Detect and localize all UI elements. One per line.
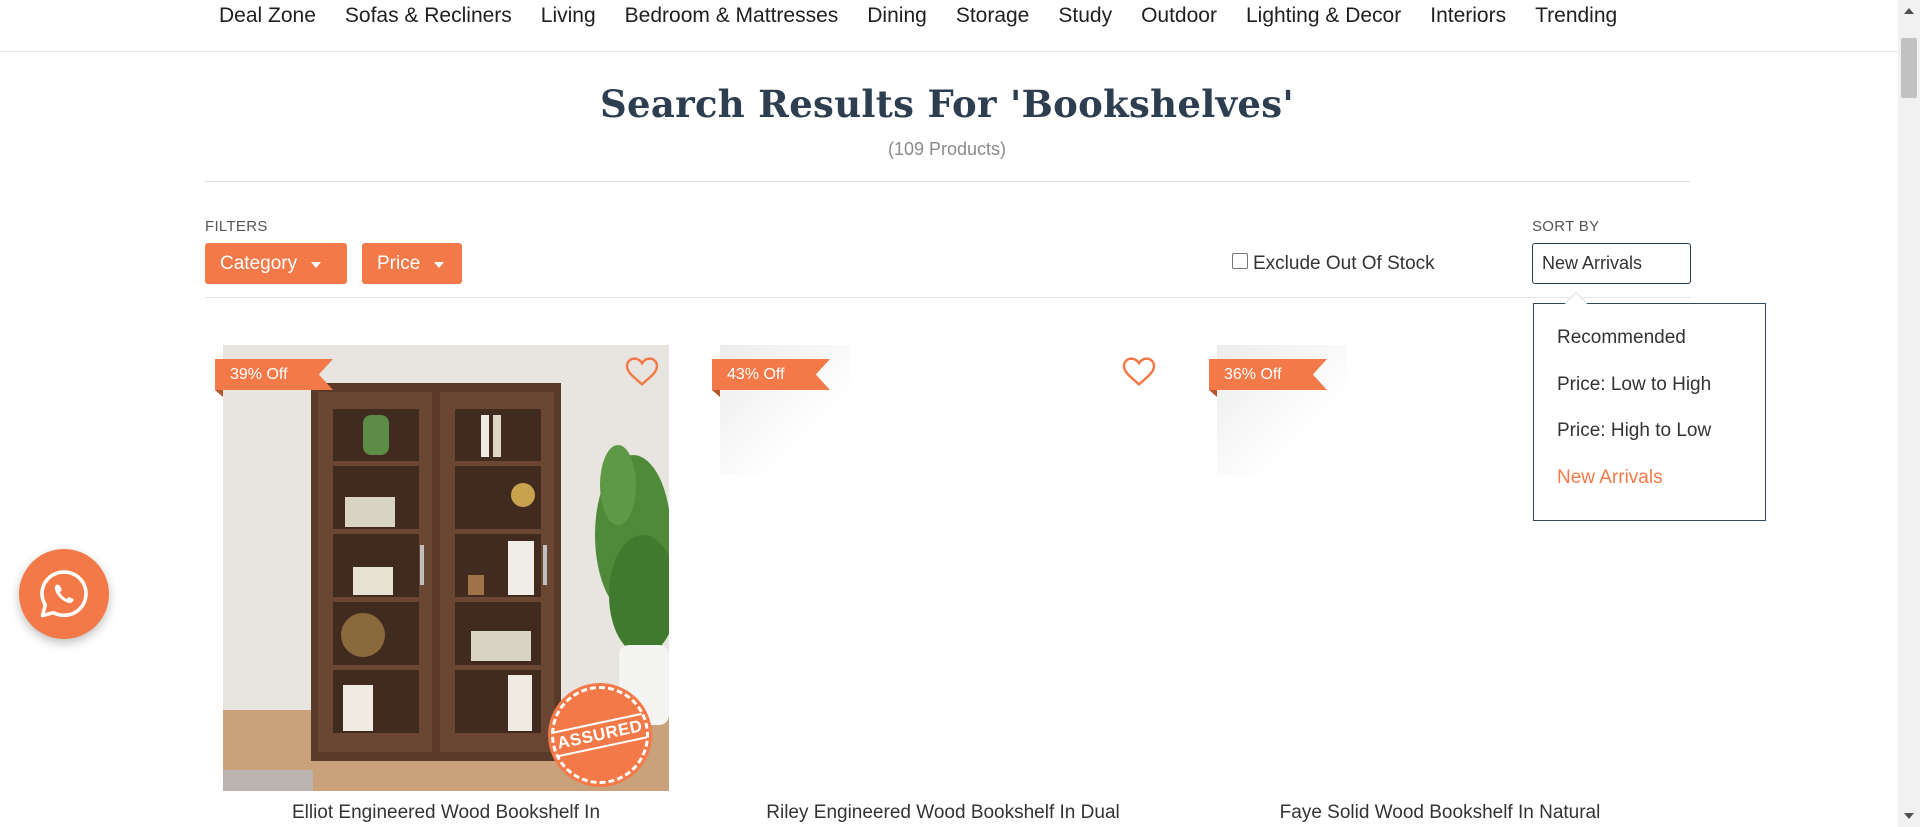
exclude-out-of-stock[interactable]: Exclude Out Of Stock: [1232, 253, 1435, 275]
filters-label: FILTERS: [205, 218, 268, 235]
product-title[interactable]: Elliot Engineered Wood Bookshelf In: [223, 802, 669, 824]
nav-item-sofas-recliners[interactable]: Sofas & Recliners: [345, 4, 512, 28]
badge-fold: [215, 390, 223, 397]
sort-by-select[interactable]: New Arrivals: [1532, 243, 1691, 284]
nav-item-lighting-decor[interactable]: Lighting & Decor: [1246, 4, 1401, 28]
divider: [205, 297, 1690, 298]
product-card[interactable]: ASSURED 39% Off Elliot Engineered Wood B…: [215, 345, 669, 827]
dropdown-pointer: [1564, 291, 1588, 315]
badge-fold: [1209, 390, 1217, 397]
product-image[interactable]: ASSURED: [223, 345, 669, 791]
sort-option-price-low-high[interactable]: Price: Low to High: [1557, 374, 1711, 421]
sort-option-price-high-low[interactable]: Price: High to Low: [1557, 420, 1711, 467]
sort-option-recommended[interactable]: Recommended: [1557, 327, 1711, 374]
heart-icon[interactable]: [625, 357, 659, 387]
whatsapp-chat-button[interactable]: [19, 549, 109, 639]
assured-seal-text: ASSURED: [552, 712, 648, 758]
product-count: (109 Products): [887, 139, 1007, 159]
whatsapp-icon: [40, 570, 88, 618]
price-filter-button[interactable]: Price: [362, 243, 462, 284]
exclude-out-of-stock-checkbox[interactable]: [1232, 253, 1248, 269]
scrollbar-thumb[interactable]: [1901, 38, 1917, 98]
discount-badge: 43% Off: [712, 359, 830, 390]
category-filter-button[interactable]: Category: [205, 243, 347, 284]
nav-item-deal-zone[interactable]: Deal Zone: [219, 4, 316, 28]
exclude-out-of-stock-label: Exclude Out Of Stock: [1253, 253, 1435, 274]
nav-item-outdoor[interactable]: Outdoor: [1141, 4, 1217, 28]
sort-dropdown-menu: Recommended Price: Low to High Price: Hi…: [1533, 291, 1766, 521]
page-scrollbar[interactable]: [1898, 0, 1920, 827]
product-card[interactable]: 43% Off Riley Engineered Wood Bookshelf …: [712, 345, 1166, 827]
product-title[interactable]: Faye Solid Wood Bookshelf In Natural: [1217, 802, 1663, 824]
caret-down-icon: [311, 262, 322, 268]
badge-fold: [712, 390, 720, 397]
product-title[interactable]: Riley Engineered Wood Bookshelf In Dual: [720, 802, 1166, 824]
sort-option-new-arrivals[interactable]: New Arrivals: [1557, 467, 1711, 514]
scroll-down-arrow-icon[interactable]: [1904, 813, 1914, 819]
nav-item-living[interactable]: Living: [541, 4, 596, 28]
nav-item-bedroom-mattresses[interactable]: Bedroom & Mattresses: [625, 4, 839, 28]
heart-icon[interactable]: [1122, 357, 1156, 387]
nav-item-trending[interactable]: Trending: [1535, 4, 1617, 28]
price-filter-label: Price: [377, 252, 421, 274]
caret-down-icon: [434, 262, 445, 268]
nav-item-dining[interactable]: Dining: [867, 4, 927, 28]
sort-by-label: SORT BY: [1532, 218, 1600, 235]
scroll-up-arrow-icon[interactable]: [1904, 8, 1914, 14]
nav-item-interiors[interactable]: Interiors: [1430, 4, 1506, 28]
nav-item-study[interactable]: Study: [1058, 4, 1112, 28]
category-filter-label: Category: [220, 252, 298, 274]
discount-badge: 36% Off: [1209, 359, 1327, 390]
product-image[interactable]: [720, 345, 1166, 791]
discount-badge: 39% Off: [215, 359, 333, 390]
divider: [205, 181, 1690, 182]
page-title: Search Results For 'Bookshelves': [600, 82, 1294, 126]
top-navigation: Deal Zone Sofas & Recliners Living Bedro…: [0, 0, 1898, 52]
nav-item-storage[interactable]: Storage: [956, 4, 1030, 28]
